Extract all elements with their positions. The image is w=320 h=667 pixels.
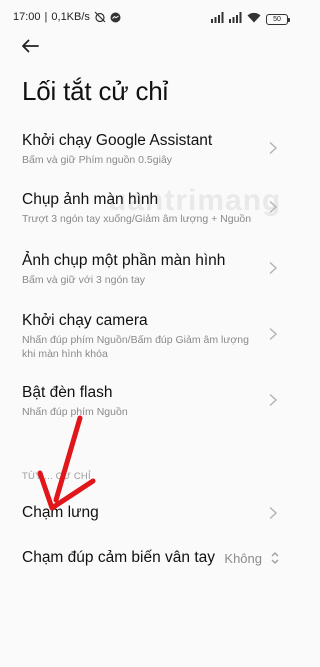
item-title: Khởi chạy Google Assistant xyxy=(22,132,213,149)
item-title: Chụp ảnh màn hình xyxy=(22,191,159,208)
item-subtitle: Trượt 3 ngón tay xuống/Giảm âm lượng + N… xyxy=(22,213,252,225)
item-value: Không xyxy=(224,551,262,566)
item-partial-screenshot[interactable]: Ảnh chụp một phần màn hình Bấm và giữ vớ… xyxy=(0,244,300,292)
wifi-icon xyxy=(247,10,261,28)
chevron-right-icon xyxy=(269,200,278,214)
chevron-right-icon xyxy=(269,261,278,275)
item-title: Chạm đúp cảm biến vân tay xyxy=(22,549,215,566)
updown-chevron-icon xyxy=(271,552,279,564)
item-subtitle: Bấm và giữ Phím nguồn 0.5giây xyxy=(22,154,173,166)
item-launch-camera[interactable]: Khởi chạy camera Nhấn đúp phím Nguồn/Bấm… xyxy=(0,304,300,364)
item-flashlight[interactable]: Bật đèn flash Nhấn đúp phím Nguồn xyxy=(0,376,300,424)
item-double-tap-fingerprint[interactable]: Chạm đúp cảm biến vân tay Không xyxy=(0,540,300,576)
signal-icon-2 xyxy=(229,10,242,28)
item-title: Ảnh chụp một phần màn hình xyxy=(22,252,226,269)
item-title: Chạm lưng xyxy=(22,504,99,521)
page-title: Lối tắt cử chỉ xyxy=(22,76,169,106)
item-title: Bật đèn flash xyxy=(22,384,113,401)
item-subtitle: Nhấn đúp phím Nguồn xyxy=(22,406,128,418)
section-header: TÙY ... CỬ CHỈ xyxy=(22,471,91,482)
back-button[interactable] xyxy=(16,33,44,59)
item-subtitle-line1: Nhấn đúp phím Nguồn/Bấm đúp Giảm âm lượn… xyxy=(22,334,249,346)
item-google-assistant[interactable]: Khởi chạy Google Assistant Bấm và giữ Ph… xyxy=(0,124,300,172)
battery-icon: 50 xyxy=(266,13,290,25)
status-separator: | xyxy=(44,11,48,23)
chevron-right-icon xyxy=(269,506,278,520)
network-speed: 0,1KB/s xyxy=(51,11,90,23)
status-time: 17:00 xyxy=(13,11,41,23)
messenger-icon xyxy=(110,12,121,23)
chevron-right-icon xyxy=(269,393,278,407)
item-screenshot[interactable]: Chụp ảnh màn hình Trượt 3 ngón tay xuống… xyxy=(0,183,300,231)
status-bar: 17:00 | 0,1KB/s 50 xyxy=(0,0,300,34)
item-back-tap[interactable]: Chạm lưng xyxy=(0,495,300,531)
arrow-left-icon xyxy=(22,39,39,53)
signal-icon xyxy=(211,10,224,28)
alarm-off-icon xyxy=(94,11,106,23)
item-title: Khởi chạy camera xyxy=(22,312,148,329)
chevron-right-icon xyxy=(269,327,278,341)
item-subtitle-line2: khi màn hình khóa xyxy=(22,348,108,360)
chevron-right-icon xyxy=(269,141,278,155)
item-subtitle: Bấm và giữ với 3 ngón tay xyxy=(22,274,146,286)
